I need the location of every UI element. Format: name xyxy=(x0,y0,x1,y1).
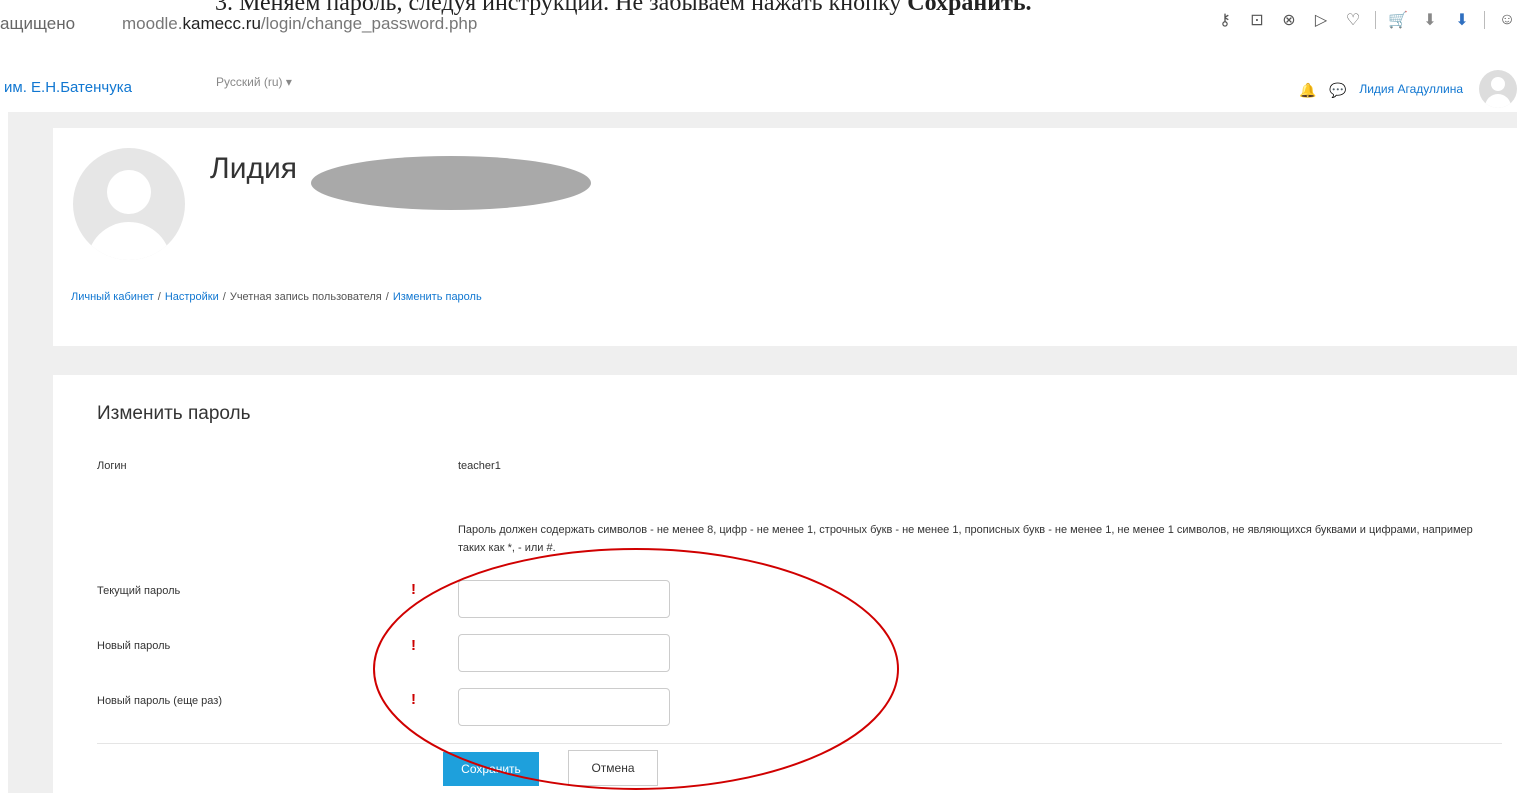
breadcrumb-separator: / xyxy=(157,291,161,303)
breadcrumb-dashboard[interactable]: Личный кабинет xyxy=(71,291,154,303)
redaction-blob xyxy=(311,156,591,210)
login-label: Логин xyxy=(97,460,127,472)
annotation-ellipse xyxy=(373,548,899,790)
breadcrumb-change-password[interactable]: Изменить пароль xyxy=(393,291,482,303)
toolbar-divider-2 xyxy=(1484,11,1485,29)
cart-icon[interactable]: 🛒 xyxy=(1388,10,1408,30)
form-title: Изменить пароль xyxy=(97,403,251,424)
heart-icon[interactable]: ♡ xyxy=(1343,10,1363,30)
annotation-ellipse-stroke xyxy=(373,548,899,790)
login-value: teacher1 xyxy=(458,460,501,472)
breadcrumb-account: Учетная запись пользователя xyxy=(229,291,382,303)
site-name[interactable]: им. Е.Н.Батенчука xyxy=(4,79,132,96)
key-icon[interactable]: ⚷ xyxy=(1215,10,1235,30)
toolbar-divider xyxy=(1375,11,1376,29)
profile-icon[interactable]: ☺ xyxy=(1497,10,1517,30)
screenshot-icon[interactable]: ⊡ xyxy=(1247,10,1267,30)
moodle-navbar: им. Е.Н.Батенчука Русский (ru) ▾ 🔔 💬 Лид… xyxy=(0,62,1517,112)
bell-icon[interactable]: 🔔 xyxy=(1299,82,1316,98)
current-password-label: Текущий пароль xyxy=(97,585,181,597)
url-text[interactable]: moodle.kamecc.ru/login/change_password.p… xyxy=(122,14,477,34)
user-name[interactable]: Лидия Агадуллина xyxy=(1359,82,1463,96)
new-password-again-label: Новый пароль (еще раз) xyxy=(97,695,222,707)
url-domain: kamecc.ru xyxy=(182,14,261,33)
language-menu[interactable]: Русский (ru) ▾ xyxy=(216,75,292,89)
profile-avatar xyxy=(73,148,185,260)
breadcrumb-separator: / xyxy=(222,291,226,303)
block-icon[interactable]: ⊗ xyxy=(1279,10,1299,30)
browser-address-bar[interactable]: ащищено moodle.kamecc.ru/login/change_pa… xyxy=(0,8,1517,42)
download-arrow-icon[interactable]: ⬇ xyxy=(1420,10,1440,30)
url-prefix: moodle. xyxy=(122,14,183,33)
secure-label: ащищено xyxy=(0,14,76,33)
url-path: /login/change_password.php xyxy=(260,14,478,33)
browser-toolbar: ⚷ ⊡ ⊗ ▷ ♡ 🛒 ⬇ ⬇ ☺ xyxy=(1215,10,1517,30)
user-avatar[interactable] xyxy=(1479,70,1517,108)
breadcrumb-preferences[interactable]: Настройки xyxy=(165,291,219,303)
user-menu-area: 🔔 💬 Лидия Агадуллина xyxy=(1299,70,1517,108)
new-password-label: Новый пароль xyxy=(97,640,171,652)
chat-icon[interactable]: 💬 xyxy=(1329,82,1346,98)
breadcrumb-separator: / xyxy=(385,291,389,303)
breadcrumb: Личный кабинет / Настройки / Учетная запись … xyxy=(71,291,482,303)
send-icon[interactable]: ▷ xyxy=(1311,10,1331,30)
download-icon[interactable]: ⬇ xyxy=(1452,10,1472,30)
profile-name: Лидия xyxy=(210,152,297,185)
profile-header: Лидия Личный кабинет / Настройки / Учетная з… xyxy=(53,128,1517,346)
